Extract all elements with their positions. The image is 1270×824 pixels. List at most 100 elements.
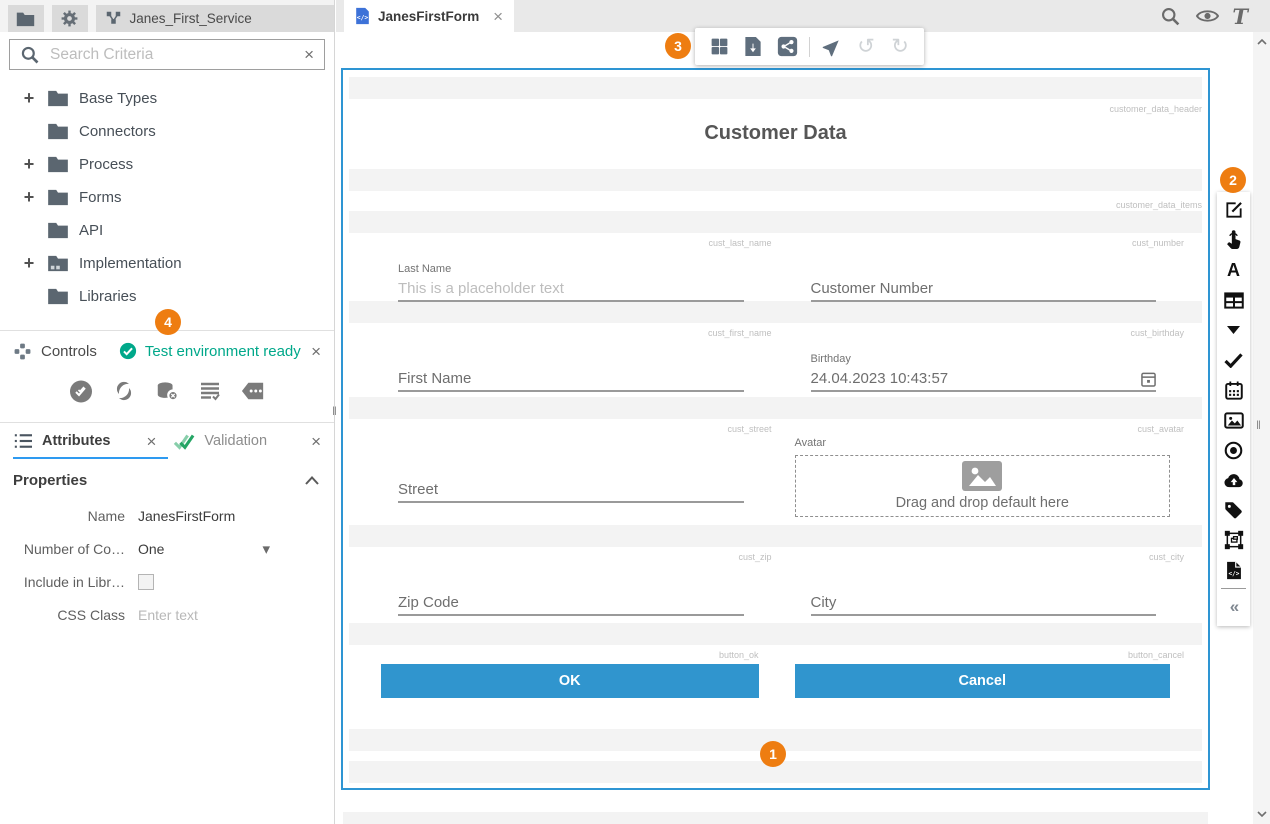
expand-icon[interactable]: + [20, 253, 38, 274]
birthday-widget[interactable]: cust_birthday Birthday 24.04.2023 10:43:… [776, 323, 1209, 397]
dropdown-control-icon[interactable] [1217, 315, 1250, 345]
birthday-value[interactable]: 24.04.2023 10:43:57 [811, 370, 949, 387]
collapse-palette-icon[interactable]: « [1217, 592, 1250, 622]
property-columns-row: Number of Co… One ▾ [0, 532, 334, 565]
share-icon[interactable] [775, 35, 799, 59]
text-input-control-icon[interactable] [1217, 195, 1250, 225]
database-off-icon[interactable] [155, 379, 179, 403]
form-spacer[interactable] [349, 169, 1202, 191]
form-spacer[interactable] [349, 211, 1202, 233]
form-canvas[interactable]: customer_data_header Customer Data custo… [341, 68, 1210, 790]
undo-icon[interactable]: ↺ [854, 35, 878, 59]
datepicker-control-icon[interactable] [1217, 375, 1250, 405]
code-file-control-icon[interactable]: </> [1217, 555, 1250, 585]
tab-settings[interactable] [52, 5, 88, 32]
cancel-button[interactable]: Cancel [795, 664, 1171, 698]
form-spacer[interactable] [349, 77, 1202, 99]
avatar-drop-zone[interactable]: Drag and drop default here [795, 455, 1171, 517]
gear-icon [60, 9, 79, 28]
tag-control-icon[interactable] [1217, 495, 1250, 525]
left-panel-resize-handle[interactable]: ‖ [332, 404, 337, 418]
search-icon[interactable] [1158, 4, 1182, 28]
tree-item-api[interactable]: API [0, 214, 334, 247]
tree-item-implementation[interactable]: + Implementation [0, 247, 334, 280]
first-name-widget[interactable]: cust_first_name First Name [343, 323, 776, 397]
left-panel-tabbar: Janes_First_Service [0, 0, 334, 32]
tree-item-forms[interactable]: + Forms [0, 181, 334, 214]
zip-widget[interactable]: cust_zip Zip Code [343, 547, 776, 623]
chevron-down-icon[interactable]: ▾ [262, 540, 270, 558]
form-spacer[interactable] [349, 525, 1202, 547]
customer-number-field[interactable]: Customer Number [811, 250, 1157, 302]
street-widget[interactable]: cust_street Street [343, 419, 776, 525]
swoosh-icon[interactable] [112, 379, 136, 403]
table-control-icon[interactable] [1217, 285, 1250, 315]
form-spacer[interactable] [349, 301, 1202, 323]
tab-explorer[interactable] [8, 5, 44, 32]
image-control-icon[interactable] [1217, 405, 1250, 435]
approve-icon[interactable] [69, 379, 93, 403]
validation-close-icon[interactable]: × [311, 433, 321, 450]
group-control-icon[interactable] [1217, 525, 1250, 555]
ok-button[interactable]: OK [381, 664, 759, 698]
calendar-icon[interactable] [1141, 371, 1156, 387]
css-class-field[interactable]: Enter text [138, 607, 198, 623]
form-designer-app: Janes_First_Service × + Base Types [0, 0, 1270, 824]
first-name-field[interactable]: First Name [398, 340, 744, 392]
upload-control-icon[interactable] [1217, 465, 1250, 495]
expand-icon[interactable]: + [20, 88, 38, 109]
scroll-down-icon[interactable] [1253, 806, 1270, 822]
tree-item-process[interactable]: + Process [0, 148, 334, 181]
palette-resize-handle[interactable]: ‖ [1256, 418, 1261, 432]
attributes-close-icon[interactable]: × [146, 433, 156, 450]
expand-icon[interactable]: + [20, 154, 38, 175]
editor-tab-close-icon[interactable]: × [493, 8, 503, 25]
birthday-field[interactable]: Birthday 24.04.2023 10:43:57 [811, 340, 1157, 392]
properties-section-header[interactable]: Properties [0, 459, 334, 499]
customer-number-widget[interactable]: cust_number Customer Number [776, 233, 1209, 301]
checkbox-control-icon[interactable] [1217, 345, 1250, 375]
log-list-icon[interactable] [198, 379, 222, 403]
cancel-button-widget[interactable]: button_cancel Cancel [776, 645, 1209, 709]
tab-service[interactable]: Janes_First_Service [96, 5, 335, 32]
ok-button-widget[interactable]: button_ok OK [343, 645, 776, 709]
tag-more-icon[interactable] [241, 379, 265, 403]
avatar-widget[interactable]: cust_avatar Avatar Drag and drop default… [776, 419, 1209, 525]
include-in-library-checkbox[interactable] [138, 574, 154, 590]
columns-select[interactable]: One ▾ [138, 540, 270, 558]
layout-grid-icon[interactable] [707, 35, 731, 59]
form-spacer[interactable] [349, 623, 1202, 645]
city-widget[interactable]: cust_city City [776, 547, 1209, 623]
controls-close-icon[interactable]: × [311, 343, 321, 360]
button-control-hand-icon[interactable] [1217, 225, 1250, 255]
label-control-icon[interactable]: A [1217, 255, 1250, 285]
last-name-widget[interactable]: cust_last_name Last Name This is a place… [343, 233, 776, 301]
tab-validation[interactable]: Validation [172, 431, 267, 451]
city-field[interactable]: City [811, 564, 1157, 616]
tab-attributes[interactable]: Attributes [42, 433, 110, 449]
search-clear-icon[interactable]: × [304, 46, 314, 63]
form-spacer[interactable] [349, 397, 1202, 419]
preview-eye-icon[interactable] [1195, 4, 1219, 28]
tree-item-base-types[interactable]: + Base Types [0, 82, 334, 115]
last-name-field[interactable]: Last Name This is a placeholder text [398, 250, 744, 302]
controls-panel: Controls Test environment ready × [0, 330, 334, 422]
redo-icon[interactable]: ↻ [888, 35, 912, 59]
collapse-chevron-icon[interactable] [305, 476, 319, 485]
radio-control-icon[interactable] [1217, 435, 1250, 465]
widget-annotation: cust_city [776, 551, 1209, 563]
text-tool-icon[interactable]: T [1232, 6, 1248, 27]
search-input[interactable] [50, 46, 294, 64]
form-header-block[interactable]: customer_data_header Customer Data [343, 99, 1208, 163]
deploy-navigate-icon[interactable] [820, 35, 844, 59]
export-file-icon[interactable] [741, 35, 765, 59]
editor-tab-janesfirstform[interactable]: </> JanesFirstForm × [344, 0, 514, 32]
controls-toolbar [0, 371, 334, 403]
scroll-up-icon[interactable] [1253, 34, 1270, 50]
zip-field[interactable]: Zip Code [398, 564, 744, 616]
expand-icon[interactable]: + [20, 187, 38, 208]
form-title[interactable]: Customer Data [343, 122, 1208, 145]
tree-item-connectors[interactable]: Connectors [0, 115, 334, 148]
name-value[interactable]: JanesFirstForm [138, 508, 235, 524]
street-field[interactable]: Street [398, 451, 744, 503]
